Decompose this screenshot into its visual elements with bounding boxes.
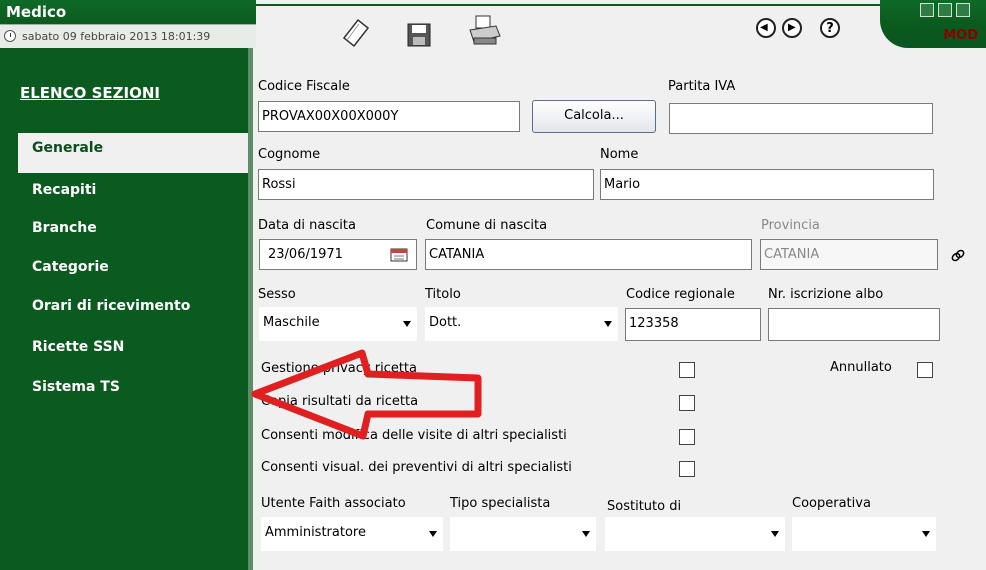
chevron-down-icon [403,321,411,327]
checkbox-privacy[interactable] [679,362,695,378]
cognome-label: Cognome [258,147,321,162]
chevron-down-icon [922,531,930,537]
sesso-label: Sesso [258,287,296,302]
datetime-text: sabato 09 febbraio 2013 18:01:39 [22,30,211,43]
sidebar-divider [248,48,253,570]
nr-iscrizione-field[interactable] [768,308,940,341]
codice-fiscale-field[interactable]: PROVAX00X00X000Y [258,101,520,132]
checkbox-label-privacy: Gestione privacy ricetta [261,361,417,376]
sidebar-item-generale[interactable]: Generale [18,133,252,173]
titolo-select[interactable]: Dott. [425,307,618,341]
provincia-label: Provincia [761,218,820,233]
sidebar-item-branche[interactable]: Branche [32,220,97,236]
sostituto-label: Sostituto di [607,499,682,514]
cooperativa-select[interactable] [792,517,936,551]
sesso-select[interactable]: Maschile [259,307,417,341]
tipo-specialista-label: Tipo specialista [450,496,551,511]
checkbox-modifica[interactable] [679,429,695,445]
sidebar-item-ricette-ssn[interactable]: Ricette SSN [32,339,124,355]
maximize-icon[interactable] [938,3,952,17]
forward-icon[interactable]: ▶ [782,18,802,38]
link-icon[interactable] [950,248,966,264]
nr-iscrizione-label: Nr. iscrizione albo [768,287,884,302]
sidebar: ELENCO SEZIONI Generale Recapiti Branche… [0,48,252,570]
checkbox-preventivi[interactable] [679,461,695,477]
cognome-field[interactable]: Rossi [258,169,594,200]
annullato-label: Annullato [830,360,892,375]
sidebar-item-recapiti[interactable]: Recapiti [32,182,96,198]
title-left-panel: Medico sabato 09 febbraio 2013 18:01:39 [0,0,256,48]
close-icon[interactable] [956,3,970,17]
sidebar-item-sistema-ts[interactable]: Sistema TS [32,379,120,395]
printer-icon[interactable] [466,14,502,48]
toolbar: ◀ ▶ ? [256,4,916,48]
app-title: Medico [6,3,67,21]
back-icon[interactable]: ◀ [756,18,776,38]
chevron-down-icon [429,531,437,537]
save-icon[interactable] [406,22,432,48]
checkbox-label-modifica: Consenti modifica delle visite di altri … [261,428,567,443]
sidebar-heading: ELENCO SEZIONI [20,84,160,102]
sidebar-item-categorie[interactable]: Categorie [32,259,109,275]
sidebar-item-orari[interactable]: Orari di ricevimento [32,298,190,314]
comune-nascita-label: Comune di nascita [426,218,548,233]
checkbox-annullato[interactable] [917,362,933,378]
tipo-specialista-select[interactable] [450,517,596,551]
chevron-down-icon [771,531,779,537]
checkbox-copia[interactable] [679,395,695,411]
codice-regionale-field[interactable]: 123358 [625,308,761,341]
clock-icon [4,30,16,42]
chevron-down-icon [604,321,612,327]
nome-field[interactable]: Mario [600,169,934,200]
comune-nascita-field[interactable]: CATANIA [425,239,752,270]
checkbox-label-preventivi: Consenti visual. dei preventivi di altri… [261,460,572,475]
titolo-value: Dott. [429,315,462,330]
calcola-button[interactable]: Calcola... [532,100,656,133]
data-nascita-value: 23/06/1971 [268,247,343,262]
partita-iva-label: Partita IVA [668,79,736,94]
chevron-down-icon [582,531,590,537]
utente-faith-label: Utente Faith associato [261,496,406,511]
mode-indicator: MOD [943,28,978,43]
codice-fiscale-label: Codice Fiscale [258,79,350,94]
sesso-value: Maschile [263,315,320,330]
nome-label: Nome [600,147,639,162]
utente-faith-value: Amministratore [265,525,366,540]
help-icon[interactable]: ? [820,18,840,38]
calendar-icon[interactable] [388,244,410,264]
title-bar: Medico sabato 09 febbraio 2013 18:01:39 … [0,0,986,48]
new-document-icon[interactable] [338,16,372,50]
utente-faith-select[interactable]: Amministratore [261,517,443,551]
minimize-icon[interactable] [920,3,934,17]
cooperativa-label: Cooperativa [792,496,871,511]
titolo-label: Titolo [425,287,461,302]
data-nascita-label: Data di nascita [258,218,356,233]
partita-iva-field[interactable] [669,103,933,134]
datetime-bar: sabato 09 febbraio 2013 18:01:39 [0,24,256,48]
provincia-field: CATANIA [760,239,938,270]
checkbox-label-copia: Copia risultati da ricetta [261,394,419,409]
sostituto-select[interactable] [605,517,785,551]
codice-regionale-label: Codice regionale [626,287,735,302]
